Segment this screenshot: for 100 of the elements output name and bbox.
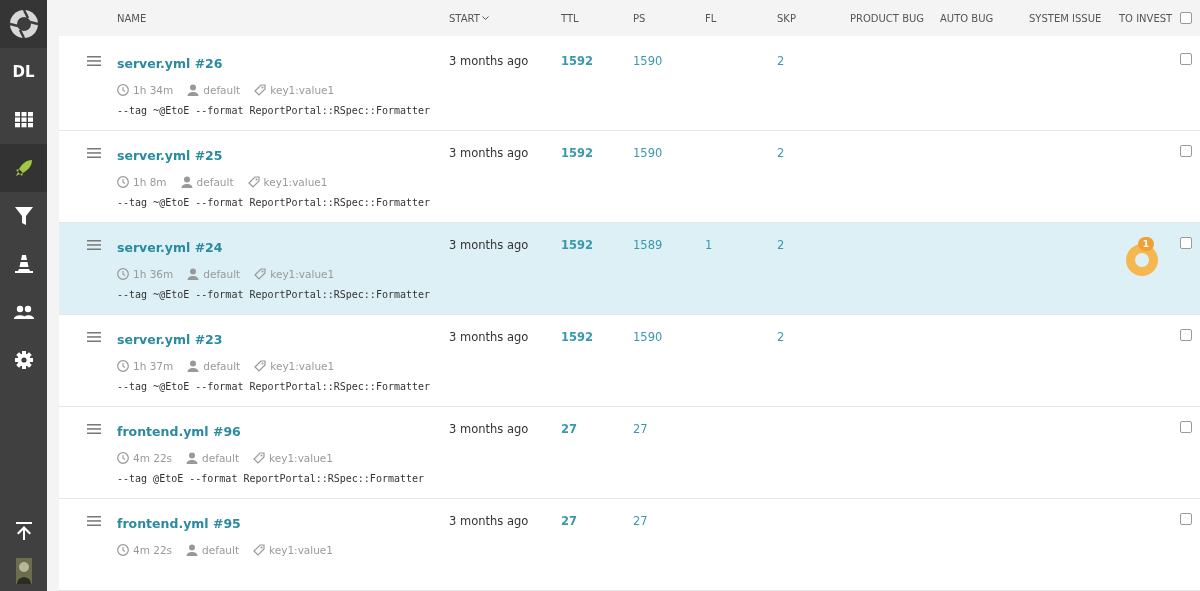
row-checkbox[interactable] xyxy=(1180,513,1192,526)
passed-count[interactable]: 1590 xyxy=(633,53,705,69)
person-icon xyxy=(187,360,200,373)
tag-icon xyxy=(254,268,267,281)
duration: 1h 8m xyxy=(133,176,167,189)
row-checkbox[interactable] xyxy=(1180,145,1192,158)
select-all-checkbox[interactable] xyxy=(1180,12,1192,25)
person-icon xyxy=(187,268,200,281)
duration: 4m 22s xyxy=(133,452,173,465)
row-checkbox[interactable] xyxy=(1180,329,1192,342)
total-count[interactable]: 1592 xyxy=(561,329,633,345)
passed-count[interactable]: 1589 xyxy=(633,237,705,253)
skipped-count[interactable]: 2 xyxy=(777,145,850,161)
launch-row[interactable]: server.yml #25 1h 8m default key1:value1 --tag ~@EtoE --format ReportPortal::RSpec::Formatter 3 months ago 1592 1590 2 xyxy=(59,131,1200,224)
column-header[interactable]: SKP xyxy=(777,12,850,24)
menu-icon[interactable] xyxy=(87,424,101,435)
column-header[interactable]: SYSTEM ISSUE xyxy=(1029,12,1119,24)
total-count[interactable]: 27 xyxy=(561,513,633,529)
launch-name[interactable]: frontend.yml #96 xyxy=(117,424,241,440)
launch-row[interactable]: frontend.yml #96 4m 22s default key1:value1 --tag @EtoE --format ReportPortal::RSpec::Formatter 3 months ago 27 27 xyxy=(59,407,1200,500)
person-icon xyxy=(186,452,199,465)
filter-icon[interactable] xyxy=(14,207,33,225)
total-count[interactable]: 1592 xyxy=(561,145,633,161)
owner: default xyxy=(202,452,240,465)
duration: 1h 36m xyxy=(133,268,174,281)
launch-row[interactable]: server.yml #24 1h 36m default key1:value1 --tag ~@EtoE --format ReportPortal::RSpec::Formatter 3 months ago 1592 1589 1 2 1 xyxy=(59,223,1200,316)
clock-icon xyxy=(117,176,129,189)
start-time: 3 months ago xyxy=(449,53,530,69)
cone-icon[interactable] xyxy=(14,255,33,273)
menu-icon[interactable] xyxy=(87,332,101,343)
launch-name[interactable]: server.yml #23 xyxy=(117,332,223,348)
sort-caret-icon xyxy=(481,15,489,21)
person-icon xyxy=(187,84,200,97)
menu-icon[interactable] xyxy=(87,56,101,67)
launch-row[interactable]: frontend.yml #95 4m 22s default key1:value1 3 months ago 27 27 xyxy=(59,499,1200,591)
tag-icon xyxy=(253,544,266,557)
launch-name[interactable]: server.yml #25 xyxy=(117,148,223,164)
column-header[interactable]: FL xyxy=(705,12,777,24)
column-header[interactable]: TTL xyxy=(561,12,633,24)
attribute[interactable]: key1:value1 xyxy=(263,176,328,189)
person-icon xyxy=(186,544,199,557)
attribute[interactable]: key1:value1 xyxy=(269,544,333,557)
launch-row[interactable]: server.yml #26 1h 34m default key1:value1 --tag ~@EtoE --format ReportPortal::RSpec::Formatter 3 months ago 1592 1590 2 xyxy=(59,39,1200,132)
to-invest-badge[interactable]: 1 xyxy=(1138,237,1154,252)
column-header[interactable]: PRODUCT BUG xyxy=(850,12,940,24)
skipped-count[interactable]: 2 xyxy=(777,237,850,253)
passed-count[interactable]: 27 xyxy=(633,513,705,529)
column-header[interactable]: TO INVEST xyxy=(1119,12,1180,24)
project-label[interactable]: DL xyxy=(12,63,35,81)
launch-name[interactable]: server.yml #24 xyxy=(117,240,223,256)
passed-count[interactable]: 1590 xyxy=(633,145,705,161)
column-header[interactable]: PS xyxy=(633,12,705,24)
scroll-top-icon[interactable] xyxy=(15,522,32,540)
person-icon xyxy=(180,176,193,189)
row-checkbox[interactable] xyxy=(1180,53,1192,66)
duration: 1h 37m xyxy=(133,360,174,373)
tag-icon xyxy=(253,452,266,465)
people-icon[interactable] xyxy=(13,305,34,319)
launch-name[interactable]: server.yml #26 xyxy=(117,56,223,72)
owner: default xyxy=(203,84,241,97)
total-count[interactable]: 1592 xyxy=(561,237,633,253)
row-checkbox[interactable] xyxy=(1180,237,1192,250)
total-count[interactable]: 1592 xyxy=(561,53,633,69)
owner: default xyxy=(202,544,240,557)
start-time: 3 months ago xyxy=(449,145,530,161)
clock-icon xyxy=(117,360,129,373)
launch-name[interactable]: frontend.yml #95 xyxy=(117,516,241,532)
tag-icon xyxy=(254,360,267,373)
passed-count[interactable]: 1590 xyxy=(633,329,705,345)
column-header[interactable]: AUTO BUG xyxy=(940,12,1029,24)
passed-count[interactable]: 27 xyxy=(633,421,705,437)
failed-count[interactable]: 1 xyxy=(705,237,777,253)
start-time: 3 months ago xyxy=(449,329,530,345)
rocket-icon[interactable] xyxy=(14,159,33,177)
attribute[interactable]: key1:value1 xyxy=(270,84,335,97)
tag-icon xyxy=(247,176,260,189)
settings-icon[interactable] xyxy=(14,351,33,369)
menu-icon[interactable] xyxy=(87,240,101,251)
owner: default xyxy=(203,360,241,373)
skipped-count[interactable]: 2 xyxy=(777,53,850,69)
launch-description: --tag @EtoE --format ReportPortal::RSpec::Formatter xyxy=(117,473,426,485)
grid-icon[interactable] xyxy=(14,112,33,128)
clock-icon xyxy=(117,84,129,97)
launch-row[interactable]: server.yml #23 1h 37m default key1:value1 --tag ~@EtoE --format ReportPortal::RSpec::Formatter 3 months ago 1592 1590 2 xyxy=(59,315,1200,408)
attribute[interactable]: key1:value1 xyxy=(270,360,335,373)
row-checkbox[interactable] xyxy=(1180,421,1192,434)
logo-icon[interactable] xyxy=(8,9,39,39)
duration: 4m 22s xyxy=(133,544,173,557)
column-header[interactable]: START xyxy=(449,12,561,24)
menu-icon[interactable] xyxy=(87,148,101,159)
owner: default xyxy=(196,176,234,189)
skipped-count[interactable]: 2 xyxy=(777,329,850,345)
clock-icon xyxy=(117,452,129,465)
launch-description: --tag ~@EtoE --format ReportPortal::RSpec::Formatter xyxy=(117,381,432,393)
menu-icon[interactable] xyxy=(87,516,101,527)
attribute[interactable]: key1:value1 xyxy=(269,452,333,465)
column-header[interactable]: NAME xyxy=(117,12,449,24)
total-count[interactable]: 27 xyxy=(561,421,633,437)
attribute[interactable]: key1:value1 xyxy=(270,268,335,281)
avatar-icon[interactable] xyxy=(15,558,32,584)
